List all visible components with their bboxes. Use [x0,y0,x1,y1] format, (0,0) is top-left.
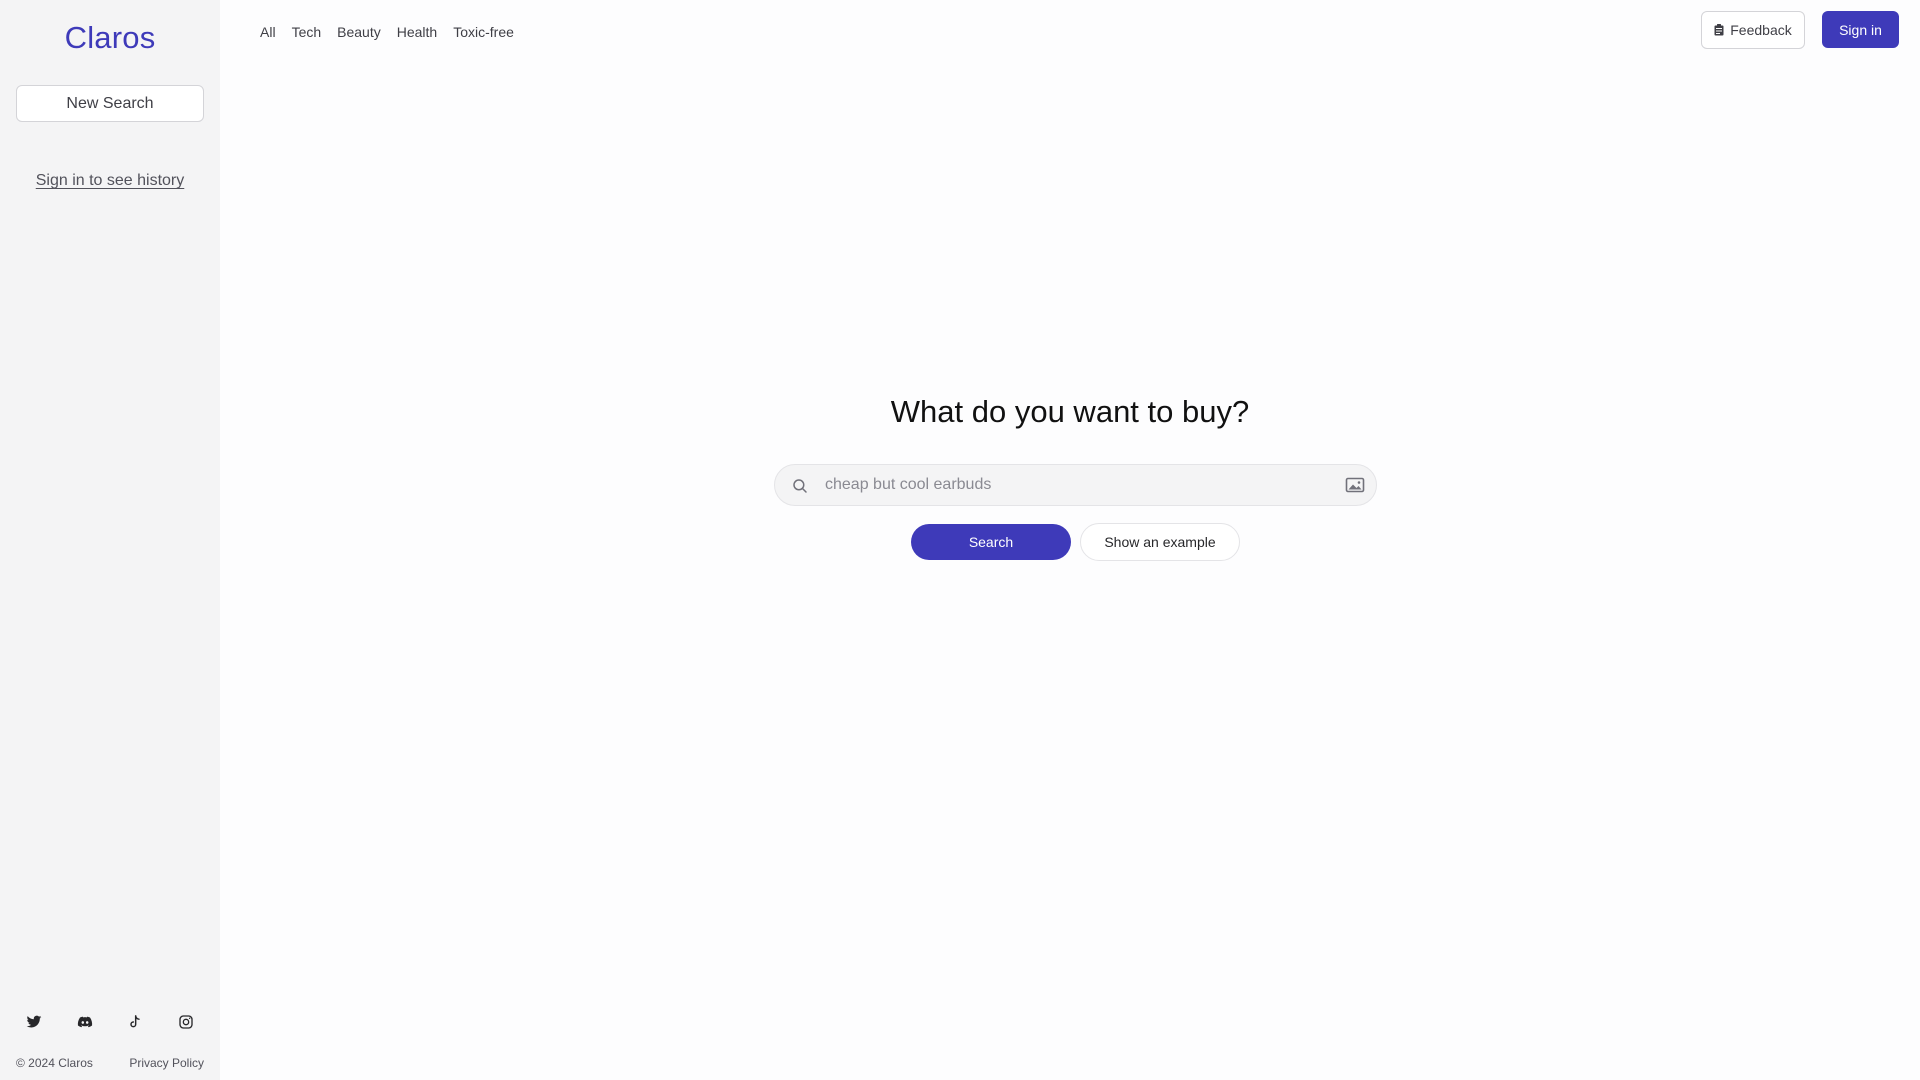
clipboard-icon [1714,24,1724,36]
social-links [16,1012,204,1032]
nav-item-tech[interactable]: Tech [292,24,322,40]
logo[interactable]: Claros [0,20,220,56]
image-upload-icon[interactable] [1345,476,1365,494]
page-headline: What do you want to buy? [890,394,1250,429]
instagram-icon[interactable] [176,1012,196,1032]
search-bar [774,464,1377,506]
category-nav: All Tech Beauty Health Toxic-free [260,24,514,40]
nav-item-beauty[interactable]: Beauty [337,24,381,40]
search-button[interactable]: Search [911,524,1071,560]
discord-icon[interactable] [75,1012,95,1032]
sidebar: Claros New Search Sign in to see history… [0,0,220,1080]
tiktok-icon[interactable] [125,1012,145,1032]
privacy-policy-link[interactable]: Privacy Policy [129,1056,204,1070]
sign-in-history-link[interactable]: Sign in to see history [0,172,220,190]
nav-item-toxic-free[interactable]: Toxic-free [453,24,514,40]
copyright-text: © 2024 Claros [16,1056,93,1070]
search-icon [793,479,807,493]
twitter-icon[interactable] [24,1012,44,1032]
sign-in-button[interactable]: Sign in [1822,11,1899,48]
nav-item-all[interactable]: All [260,24,276,40]
search-input[interactable] [823,465,1323,505]
feedback-label: Feedback [1730,22,1792,38]
sidebar-footer: © 2024 Claros Privacy Policy [16,1056,204,1070]
nav-item-health[interactable]: Health [397,24,437,40]
new-search-button[interactable]: New Search [16,85,204,122]
show-example-button[interactable]: Show an example [1080,523,1240,561]
feedback-button[interactable]: Feedback [1701,11,1805,49]
